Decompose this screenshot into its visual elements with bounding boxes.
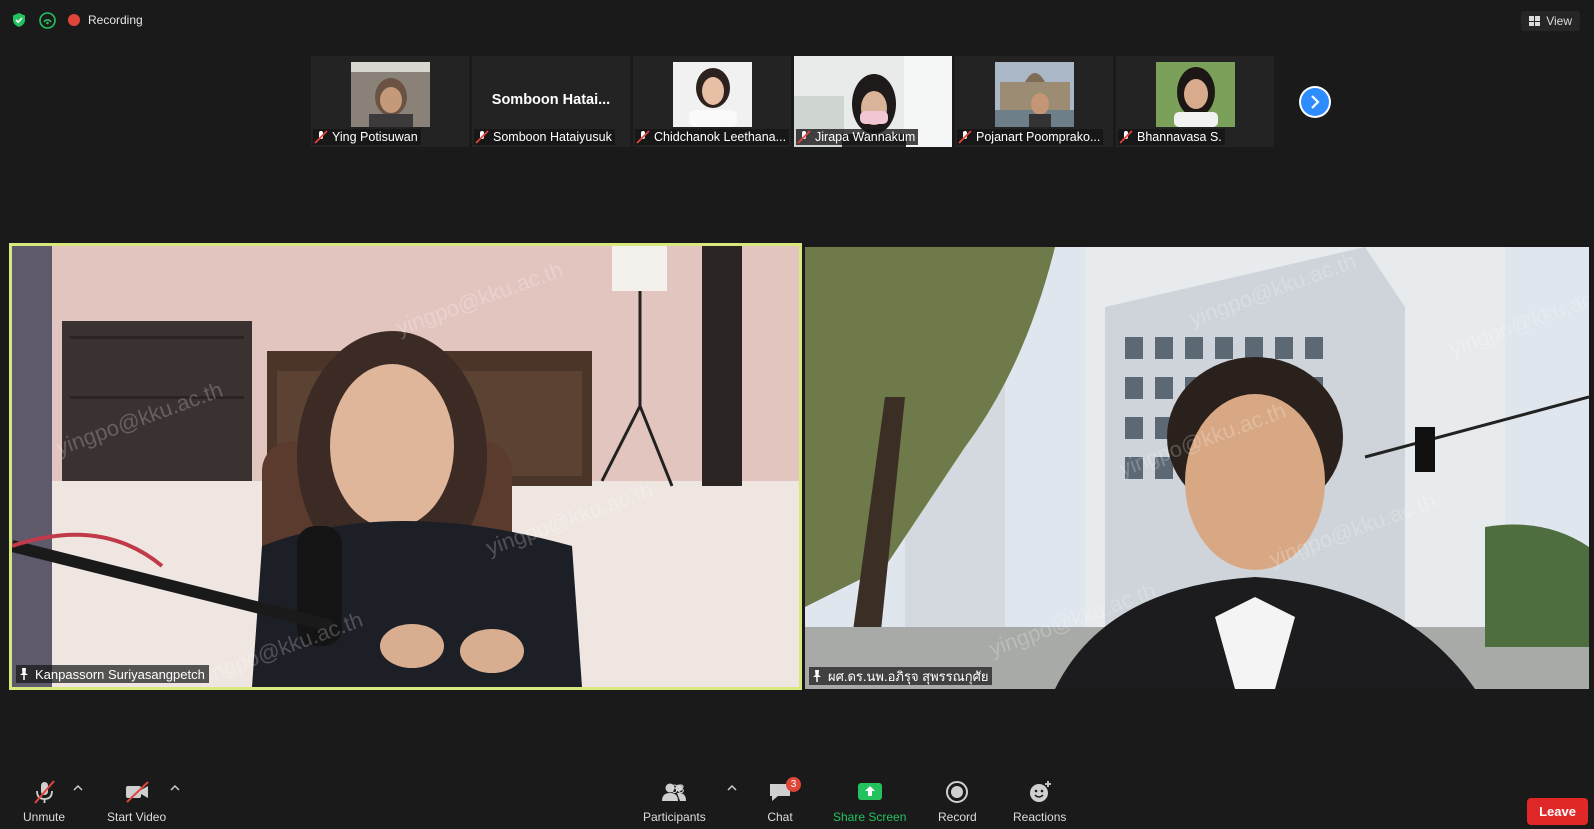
next-page-button[interactable] xyxy=(1299,86,1331,118)
record-icon xyxy=(946,781,969,803)
muted-mic-icon xyxy=(797,130,811,144)
participant-name-tag: Jirapa Wannakum xyxy=(796,129,919,145)
muted-mic-icon xyxy=(1119,130,1133,144)
reactions-button[interactable]: Reactions xyxy=(1013,780,1066,824)
participants-options-chevron-icon[interactable] xyxy=(727,784,737,792)
top-bar: Recording View xyxy=(0,0,1594,40)
leave-button[interactable]: Leave xyxy=(1527,798,1588,825)
pin-icon xyxy=(813,670,821,682)
view-button[interactable]: View xyxy=(1521,11,1580,31)
active-speaker-video[interactable]: yingpo@kku.ac.th yingpo@kku.ac.th yingpo… xyxy=(9,243,802,690)
reactions-icon xyxy=(1029,781,1051,802)
participant-filmstrip: Ying Potisuwan Somboon Hatai... Somboon … xyxy=(311,56,1274,147)
muted-mic-icon xyxy=(314,130,328,144)
participant-video xyxy=(1156,62,1235,127)
participant-tile[interactable]: Chidchanok Leethana... xyxy=(633,56,791,147)
participant-tile[interactable]: Ying Potisuwan xyxy=(311,56,469,147)
participants-button[interactable]: 68 Participants xyxy=(643,780,706,824)
muted-mic-icon xyxy=(958,130,972,144)
muted-mic-icon xyxy=(34,780,55,804)
participant-tile[interactable]: Pojanart Poomprako... xyxy=(955,56,1113,147)
share-screen-button[interactable]: Share Screen xyxy=(833,780,906,824)
muted-mic-icon xyxy=(636,130,650,144)
participant-tile[interactable]: Bhannavasa S. xyxy=(1116,56,1274,147)
participant-video-panel[interactable]: yingpo@kku.ac.th yingpo@kku.ac.th yingpo… xyxy=(805,247,1589,689)
start-video-button[interactable]: Start Video xyxy=(107,780,166,824)
record-button[interactable]: Record xyxy=(938,780,977,824)
network-status-icon[interactable] xyxy=(39,12,56,29)
participant-name-tag: Kanpassorn Suriyasangpetch xyxy=(16,665,209,683)
participant-name-tag: Bhannavasa S. xyxy=(1118,129,1225,145)
participant-display-name: Somboon Hatai... xyxy=(491,92,611,108)
participant-name-tag: Pojanart Poomprako... xyxy=(957,129,1104,145)
participant-name-tag: Somboon Hataiyusuk xyxy=(474,129,615,145)
pin-icon xyxy=(20,668,28,680)
participant-name-tag: Chidchanok Leethana... xyxy=(635,129,790,145)
recording-label: Recording xyxy=(88,13,143,27)
participant-video xyxy=(351,62,430,127)
participant-name-tag: ผศ.ดร.นพ.อภิรุจ สุพรรณกุศัย xyxy=(809,667,993,685)
participant-name-tag: Ying Potisuwan xyxy=(313,129,421,145)
participants-count: 68 xyxy=(671,782,685,796)
chat-button[interactable]: 3 Chat xyxy=(767,777,801,824)
video-options-chevron-icon[interactable] xyxy=(170,784,180,792)
participant-video xyxy=(673,62,752,127)
chat-unread-badge: 3 xyxy=(786,777,801,792)
encryption-shield-icon[interactable] xyxy=(11,12,27,28)
grid-view-icon xyxy=(1529,16,1541,26)
share-screen-icon xyxy=(857,783,882,800)
recording-indicator-icon xyxy=(68,14,80,26)
unmute-button[interactable]: Unmute xyxy=(23,780,65,824)
muted-mic-icon xyxy=(475,130,489,144)
audio-options-chevron-icon[interactable] xyxy=(73,784,83,792)
participant-video xyxy=(995,62,1074,127)
participant-tile[interactable]: Jirapa Wannakum xyxy=(794,56,952,147)
video-off-icon xyxy=(125,781,149,803)
meeting-toolbar: Unmute Start Video 68 Participants 3 Cha… xyxy=(0,776,1594,829)
participant-tile[interactable]: Somboon Hatai... Somboon Hataiyusuk xyxy=(472,56,630,147)
chevron-right-icon xyxy=(1301,88,1329,116)
view-label: View xyxy=(1546,14,1572,28)
